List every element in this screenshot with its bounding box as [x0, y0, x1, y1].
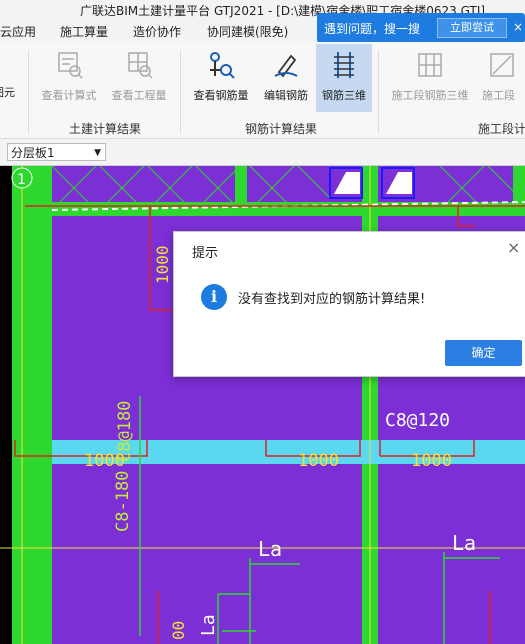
- search-notice: 遇到问题，搜一搜 立即尝试 ×: [317, 13, 525, 43]
- top-beam: [12, 202, 525, 216]
- menu-tab-cost[interactable]: 造价协作: [133, 23, 181, 40]
- menu-tab-collab[interactable]: 协同建模(限免): [207, 23, 288, 40]
- menu-tab-cloud[interactable]: 云应用: [0, 23, 36, 40]
- rebar-spec-label: C8-180: [113, 471, 133, 532]
- group-label-stage: 施工段计: [478, 122, 525, 136]
- notice-text: 遇到问题，搜一搜: [324, 22, 421, 36]
- stage-rebar-button[interactable]: 施工段: [478, 44, 525, 112]
- la-label: La: [258, 537, 282, 561]
- rebar-3d-button[interactable]: 钢筋三维: [316, 44, 372, 112]
- ok-button[interactable]: 确定: [445, 340, 522, 366]
- rebar-quantity-icon: [210, 52, 235, 79]
- view-rebar-quantity-button[interactable]: 查看钢筋量: [188, 44, 254, 112]
- grid-label: 1: [17, 172, 26, 188]
- chevron-down-icon: ▼: [94, 148, 101, 158]
- la-label: La: [452, 531, 476, 555]
- stage-rebar-label: 施工段: [482, 89, 515, 102]
- quantity-view-icon: [128, 52, 153, 79]
- dialog-message: 没有查找到对应的钢筋计算结果!: [238, 292, 426, 307]
- layer-select-value: 分层板1: [11, 146, 55, 160]
- close-icon[interactable]: ×: [507, 240, 520, 256]
- close-icon[interactable]: ×: [513, 20, 523, 34]
- stage-rebar-3d-label: 施工段钢筋三维: [391, 89, 469, 102]
- la-label: La: [198, 614, 219, 636]
- ribbon: 图元 查看计算式 查看工程量 查看钢筋量: [0, 42, 525, 139]
- layer-toolbar: 分层板1 ▼: [0, 140, 525, 166]
- column-beam-left: [12, 166, 52, 644]
- prompt-dialog: 提示 × i 没有查找到对应的钢筋计算结果! 确定: [173, 231, 525, 377]
- layer-select[interactable]: 分层板1 ▼: [7, 143, 106, 161]
- dim-label: 00: [169, 621, 188, 640]
- ribbon-partial-label: 图元: [0, 86, 15, 99]
- rebar-3d-label: 钢筋三维: [322, 89, 366, 102]
- dialog-title: 提示: [192, 246, 219, 261]
- view-quantity-label: 查看工程量: [111, 89, 167, 102]
- info-icon: i: [201, 284, 227, 310]
- dim-label: 1000: [153, 245, 172, 284]
- stage-rebar-3d-icon: [418, 53, 442, 77]
- column-stub-right: [513, 166, 525, 210]
- edit-rebar-icon: [274, 54, 298, 78]
- menu-tab-construction[interactable]: 施工算量: [60, 23, 108, 40]
- stage-rebar-3d-button[interactable]: 施工段钢筋三维: [386, 44, 474, 112]
- formula-view-icon: [58, 52, 83, 79]
- ribbon-partial-button[interactable]: 图元: [0, 44, 20, 112]
- view-rebar-quantity-label: 查看钢筋量: [193, 89, 249, 102]
- edit-rebar-label: 编辑钢筋: [264, 89, 308, 102]
- rebar-3d-icon: [334, 52, 354, 78]
- view-formula-label: 查看计算式: [41, 89, 97, 102]
- dim-label: 1000: [298, 451, 339, 471]
- view-quantity-button[interactable]: 查看工程量: [106, 44, 172, 112]
- group-label-rebar: 钢筋计算结果: [245, 122, 318, 136]
- rebar-spec-label: C8@180: [115, 401, 135, 462]
- group-label-civil: 土建计算结果: [69, 122, 142, 136]
- stage-rebar-icon: [489, 53, 514, 77]
- rebar-spec-label: C8@120: [385, 410, 450, 431]
- view-formula-button[interactable]: 查看计算式: [36, 44, 102, 112]
- try-now-button[interactable]: 立即尝试: [437, 18, 507, 38]
- dim-label: 1000: [411, 451, 452, 471]
- edit-rebar-button[interactable]: 编辑钢筋: [258, 44, 314, 112]
